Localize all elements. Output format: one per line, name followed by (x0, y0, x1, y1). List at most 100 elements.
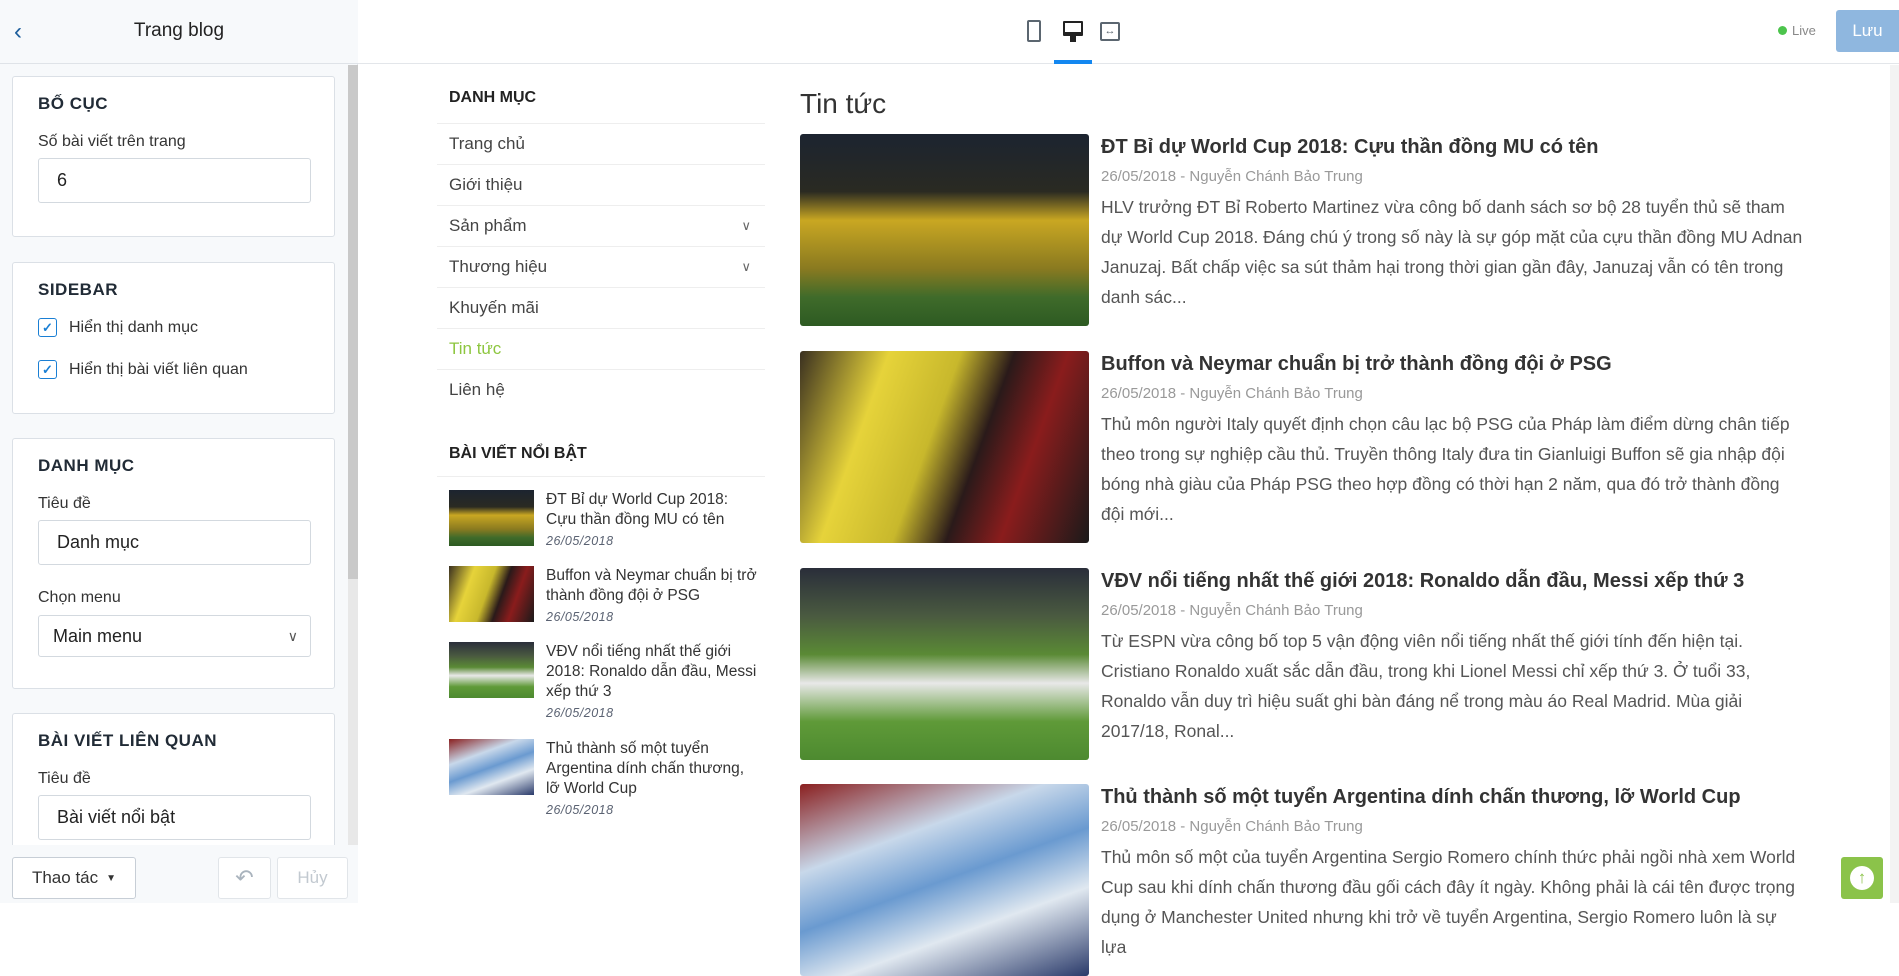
featured-thumbnail[interactable] (449, 642, 534, 698)
post-item: VĐV nổi tiếng nhất thế giới 2018: Ronald… (800, 568, 1810, 760)
categories-section: DANH MỤC Tiêu đề Danh mục Chọn menu Main… (12, 438, 335, 689)
settings-header: ‹ Trang blog (0, 0, 358, 64)
chevron-down-icon[interactable]: ∨ (741, 247, 751, 287)
settings-scroll-area: BỐ CỤC Số bài viết trên trang 6 SIDEBAR … (0, 65, 348, 845)
menu-item[interactable]: Trang chủ (437, 123, 765, 164)
checkbox-label: Hiển thị bài viết liên quan (69, 360, 248, 378)
field-label: Tiêu đề (38, 495, 91, 512)
post-thumbnail[interactable] (800, 134, 1089, 326)
menu-item-label: Trang chủ (449, 134, 525, 153)
menu-item[interactable]: Thương hiệu ∨ (437, 246, 765, 287)
fullwidth-view-icon[interactable]: ↔ (1100, 22, 1120, 41)
show-related-checkbox[interactable]: ✓ Hiển thị bài viết liên quan (38, 360, 248, 379)
menu-item-label: Liên hệ (449, 380, 505, 399)
scrollbar-thumb[interactable] (348, 65, 358, 579)
menu-item[interactable]: Giới thiệu (437, 164, 765, 205)
arrow-up-icon: ↑ (1850, 866, 1874, 890)
categories-heading: DANH MỤC (449, 89, 537, 106)
post-excerpt: Thủ môn số một của tuyển Argentina Sergi… (1101, 847, 1796, 957)
post-title[interactable]: Buffon và Neymar chuẩn bị trở thành đồng… (1101, 353, 1612, 376)
sidebar-section: SIDEBAR ✓ Hiển thị danh mục ✓ Hiển thị bài… (12, 262, 335, 414)
section-title: DANH MỤC (38, 456, 135, 475)
featured-post[interactable]: ĐT Bỉ dự World Cup 2018: Cựu thần đồng M… (449, 490, 759, 548)
field-label: Số bài viết trên trang (38, 133, 186, 150)
actions-label: Thao tác (31, 868, 99, 887)
panel-footer: Thao tác ▼ ↶ Hủy (0, 845, 358, 903)
featured-date: 26/05/2018 (546, 706, 614, 720)
chevron-down-icon: ∨ (287, 628, 298, 644)
desktop-view-icon[interactable] (1063, 21, 1083, 36)
check-icon: ✓ (38, 318, 57, 337)
post-thumbnail[interactable] (800, 784, 1089, 976)
post-excerpt: Thủ môn người Italy quyết định chọn câu … (1101, 414, 1790, 524)
post-meta: 26/05/2018 - Nguyễn Chánh Bảo Trung (1101, 168, 1363, 185)
field-label: Tiêu đề (38, 770, 91, 787)
panel-title: Trang blog (133, 20, 225, 41)
related-title-input[interactable]: Bài viết nổi bật (38, 795, 311, 840)
related-section: BÀI VIẾT LIÊN QUAN Tiêu đề Bài viết nổi … (12, 713, 335, 845)
divider (437, 476, 765, 477)
menu-item[interactable]: Khuyến mãi (437, 287, 765, 328)
post-item: Thủ thành số một tuyển Argentina dính ch… (800, 784, 1810, 976)
post-item: Buffon và Neymar chuẩn bị trở thành đồng… (800, 351, 1810, 543)
menu-item[interactable]: Liên hệ (437, 369, 765, 410)
menu-item-label: Khuyến mãi (449, 298, 539, 317)
menu-item-label: Giới thiệu (449, 175, 523, 194)
featured-heading: BÀI VIẾT NỔI BẬT (449, 445, 587, 462)
featured-title[interactable]: ĐT Bỉ dự World Cup 2018: Cựu thần đồng M… (546, 490, 759, 530)
featured-thumbnail[interactable] (449, 566, 534, 622)
featured-date: 26/05/2018 (546, 610, 614, 624)
save-button[interactable]: Lưu (1836, 10, 1899, 52)
chevron-down-icon[interactable]: ∨ (741, 206, 751, 246)
featured-thumbnail[interactable] (449, 490, 534, 546)
preview-scrollbar[interactable] (1890, 65, 1899, 903)
section-title: SIDEBAR (38, 280, 119, 299)
live-status: Live (1778, 23, 1816, 38)
caret-down-icon: ▼ (106, 872, 117, 884)
featured-thumbnail[interactable] (449, 739, 534, 795)
post-thumbnail[interactable] (800, 351, 1089, 543)
featured-date: 26/05/2018 (546, 534, 614, 548)
live-label: Live (1792, 23, 1816, 38)
preview-toolbar (358, 0, 1899, 64)
undo-icon: ↶ (235, 865, 254, 890)
post-title[interactable]: Thủ thành số một tuyển Argentina dính ch… (1101, 786, 1741, 809)
featured-title[interactable]: Buffon và Neymar chuẩn bị trở thành đồng… (546, 566, 759, 606)
featured-date: 26/05/2018 (546, 803, 614, 817)
post-title[interactable]: ĐT Bỉ dự World Cup 2018: Cựu thần đồng M… (1101, 136, 1598, 159)
field-label: Chọn menu (38, 589, 121, 606)
menu-item-label: Thương hiệu (449, 257, 548, 276)
menu-item[interactable]: Tin tức (437, 328, 765, 369)
post-meta: 26/05/2018 - Nguyễn Chánh Bảo Trung (1101, 385, 1363, 402)
section-title: BỐ CỤC (38, 94, 109, 113)
post-thumbnail[interactable] (800, 568, 1089, 760)
menu-select-value: Main menu (53, 626, 143, 646)
mobile-view-icon[interactable] (1027, 20, 1041, 42)
featured-post[interactable]: Buffon và Neymar chuẩn bị trở thành đồng… (449, 566, 759, 624)
cancel-button[interactable]: Hủy (277, 857, 348, 899)
active-view-indicator (1054, 60, 1092, 64)
checkbox-label: Hiển thị danh mục (69, 318, 198, 336)
back-to-top-button[interactable]: ↑ (1841, 857, 1883, 899)
desktop-view-stand (1070, 36, 1076, 42)
live-dot-icon (1778, 26, 1787, 35)
featured-post[interactable]: Thủ thành số một tuyển Argentina dính ch… (449, 739, 759, 817)
posts-per-page-input[interactable]: 6 (38, 158, 311, 203)
post-title[interactable]: VĐV nổi tiếng nhất thế giới 2018: Ronald… (1101, 570, 1744, 593)
actions-button[interactable]: Thao tác ▼ (12, 857, 136, 899)
featured-title[interactable]: VĐV nổi tiếng nhất thế giới 2018: Ronald… (546, 642, 759, 702)
featured-title[interactable]: Thủ thành số một tuyển Argentina dính ch… (546, 739, 759, 799)
layout-section: BỐ CỤC Số bài viết trên trang 6 (12, 76, 335, 237)
undo-button[interactable]: ↶ (218, 857, 271, 899)
menu-item-label: Tin tức (449, 339, 502, 358)
menu-item-label: Sản phẩm (449, 216, 527, 235)
menu-item[interactable]: Sản phẩm ∨ (437, 205, 765, 246)
show-categories-checkbox[interactable]: ✓ Hiển thị danh mục (38, 318, 198, 337)
post-meta: 26/05/2018 - Nguyễn Chánh Bảo Trung (1101, 602, 1363, 619)
menu-select[interactable]: Main menu ∨ (38, 615, 311, 657)
featured-post[interactable]: VĐV nổi tiếng nhất thế giới 2018: Ronald… (449, 642, 759, 720)
section-title: BÀI VIẾT LIÊN QUAN (38, 731, 218, 750)
post-meta: 26/05/2018 - Nguyễn Chánh Bảo Trung (1101, 818, 1363, 835)
categories-title-input[interactable]: Danh mục (38, 520, 311, 565)
post-item: ĐT Bỉ dự World Cup 2018: Cựu thần đồng M… (800, 134, 1810, 326)
